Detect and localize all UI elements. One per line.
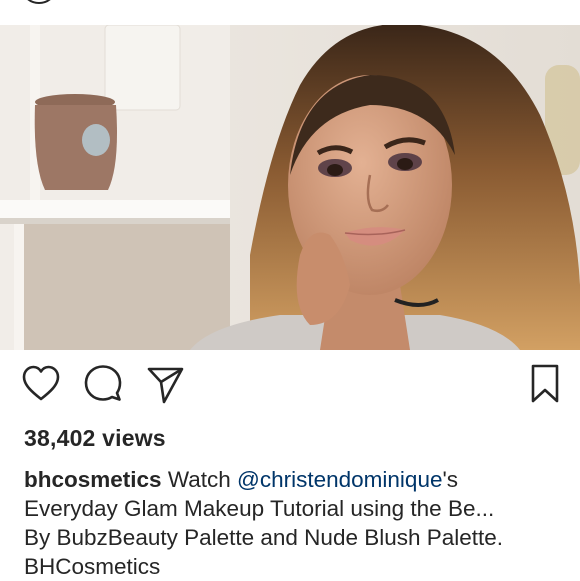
caption-username[interactable]: bhcosmetics: [24, 467, 162, 492]
post-action-bar: [0, 360, 580, 420]
caption-line-4: BHCosmetics: [24, 554, 161, 579]
share-button[interactable]: [142, 360, 188, 406]
caption-line-3: By BubzBeauty Palette and Nude Blush Pal…: [24, 525, 504, 550]
bookmark-icon: [531, 364, 559, 403]
post-image[interactable]: [0, 25, 580, 350]
caption-text-possessive: 's: [442, 467, 459, 492]
comment-button[interactable]: [80, 360, 126, 406]
save-button[interactable]: [522, 360, 568, 406]
caption-line-2: Everyday Glam Makeup Tutorial using the …: [24, 496, 495, 521]
caption-mention[interactable]: @christendominique: [237, 467, 442, 492]
post-photo: [0, 25, 580, 350]
paper-plane-icon: [147, 367, 184, 404]
heart-icon: [22, 365, 60, 401]
caption-text-start: Watch: [167, 467, 231, 492]
comment-bubble-icon: [84, 365, 122, 401]
post-caption: bhcosmetics Watch @christendominique's E…: [24, 465, 564, 581]
caption-line-1: bhcosmetics Watch @christendominique's: [24, 465, 564, 494]
profile-avatar[interactable]: [20, 0, 58, 4]
like-button[interactable]: [18, 360, 64, 406]
view-count: 38,402 views: [24, 425, 166, 451]
